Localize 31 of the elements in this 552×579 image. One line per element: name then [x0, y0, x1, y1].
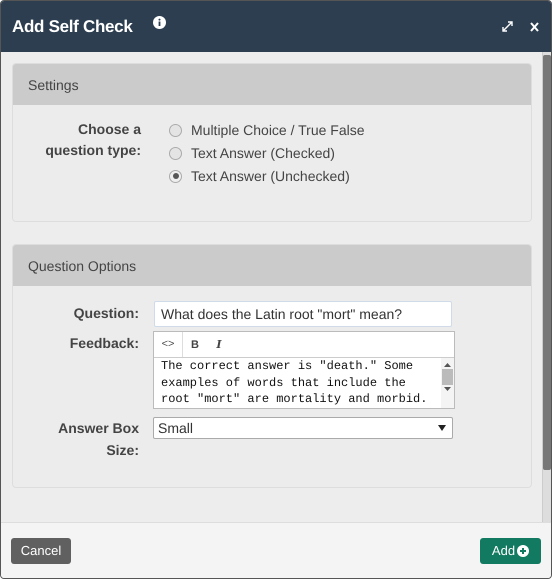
radio-label[interactable]: Text Answer (Unchecked) — [191, 168, 350, 184]
close-icon[interactable] — [530, 22, 539, 32]
radio-label[interactable]: Text Answer (Checked) — [191, 145, 335, 161]
panel-title: Question Options — [28, 258, 136, 274]
radio-button[interactable] — [169, 146, 182, 160]
scroll-down-icon[interactable] — [444, 387, 451, 391]
caret-icon — [438, 425, 446, 431]
field-label: Feedback: — [68, 334, 139, 351]
info-icon[interactable] — [152, 16, 166, 29]
scrollbar[interactable] — [441, 358, 454, 408]
radio-button[interactable] — [169, 124, 182, 136]
radio-label[interactable]: Multiple Choice / True False — [191, 122, 365, 138]
toolbar-button[interactable]: <> — [154, 332, 183, 357]
toolbar-button[interactable]: I — [207, 338, 231, 351]
panel-title: Settings — [28, 76, 79, 92]
radio-button[interactable] — [169, 170, 182, 182]
expand-icon[interactable] — [501, 20, 514, 33]
question-field[interactable]: What does the Latin root "mort" mean? — [154, 301, 452, 327]
cancel-button[interactable]: Cancel — [11, 538, 71, 564]
field-label: Choose a question type: — [44, 120, 141, 160]
field-label: Answer Box Size: — [57, 419, 139, 460]
answer-box-size-dropdown[interactable]: Small — [153, 417, 453, 439]
plus-icon — [517, 544, 530, 556]
toolbar-button[interactable]: B — [183, 338, 207, 350]
window-title: Add Self Check — [12, 16, 132, 36]
add-button[interactable]: Add — [480, 538, 541, 564]
feedback-editor[interactable]: <> B I The correct answer is "death." Some examples of words that include the root "mort" are mortality and morbid. — [153, 331, 455, 409]
scroll-up-icon[interactable] — [444, 363, 451, 367]
field-label: Question: — [72, 304, 139, 321]
feedback-text[interactable]: The correct answer is "death." Some examples of words that include the root "mort" are mortality and morbid. — [154, 358, 441, 408]
scrollbar[interactable] — [542, 52, 551, 522]
